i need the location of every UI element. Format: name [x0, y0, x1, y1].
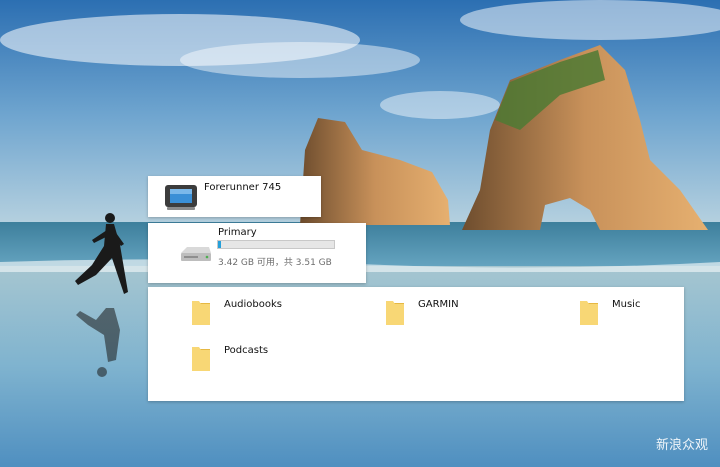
drive-name: Primary [218, 227, 257, 238]
folder-view: Audiobooks GARMIN Music Podcasts [148, 287, 684, 401]
device-name: Forerunner 745 [204, 182, 282, 193]
drive-item-primary[interactable]: Primary 3.42 GB 可用，共 3.51 GB [148, 223, 366, 283]
watermark-logo: 新浪众观 [656, 437, 708, 453]
folder-label: Music [612, 299, 641, 310]
folder-icon [580, 301, 598, 325]
handheld-device-icon [165, 185, 197, 210]
drive-icon [181, 247, 211, 261]
folder-label: Podcasts [224, 345, 269, 356]
drive-space-text: 3.42 GB 可用，共 3.51 GB [218, 258, 332, 268]
folder-icon [192, 301, 210, 325]
folder-label: GARMIN [418, 299, 459, 310]
drive-usage-fill [218, 241, 222, 248]
drive-usage-bar [217, 240, 335, 249]
device-item[interactable]: Forerunner 745 [148, 176, 321, 217]
folder-icon [192, 347, 210, 371]
svg-text:新浪众观: 新浪众观 [656, 437, 708, 453]
folder-label: Audiobooks [224, 299, 283, 310]
folder-icon [386, 301, 404, 325]
